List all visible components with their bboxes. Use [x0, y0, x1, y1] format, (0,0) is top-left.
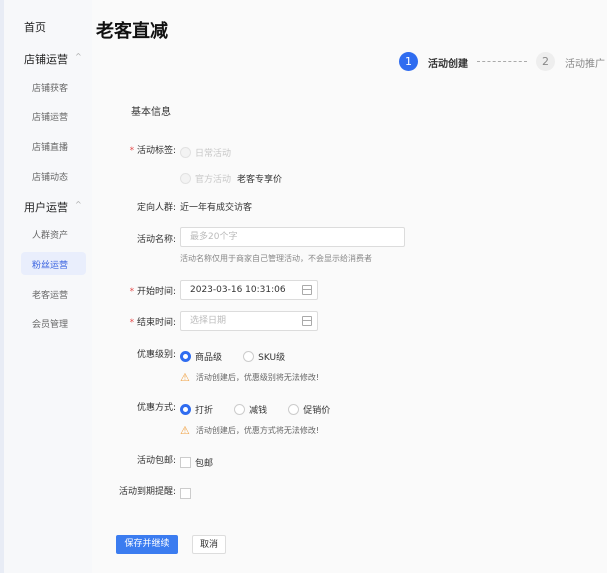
- method-option-discount[interactable]: 打折: [180, 399, 229, 418]
- sidebar-group-user-ops[interactable]: 用户运营: [24, 199, 68, 215]
- sidebar-item-old-customers[interactable]: 老客运营: [32, 288, 68, 301]
- step-1-label: 活动创建: [428, 59, 468, 70]
- radio[interactable]: [243, 351, 255, 362]
- cancel-button[interactable]: 取消: [192, 535, 226, 554]
- chevron-up-icon[interactable]: ^: [75, 200, 82, 209]
- method-warning: ⚠ 活动创建后，优惠方式将无法修改!: [180, 424, 320, 437]
- step-2-label: 活动推广: [565, 59, 605, 70]
- method-option-reduce[interactable]: 减钱: [234, 399, 283, 418]
- sidebar-item-home[interactable]: 首页: [24, 19, 46, 35]
- shipping-label: 活动包邮:: [136, 456, 176, 466]
- audience-label: 定向人群:: [136, 203, 176, 213]
- step-connector: [477, 61, 527, 62]
- sidebar-item-store-ops[interactable]: 店铺运营: [32, 110, 68, 123]
- tag-option-official: 官方活动 老客专享价: [180, 168, 282, 187]
- method-options: 打折 减钱 促销价: [180, 399, 346, 418]
- shipping-checkbox[interactable]: 包邮: [180, 452, 229, 471]
- sidebar-item-store-live[interactable]: 店铺直播: [32, 140, 68, 153]
- method-label: 优惠方式:: [136, 403, 176, 413]
- sidebar-group-store-ops[interactable]: 店铺运营: [24, 51, 68, 67]
- calendar-icon[interactable]: [302, 285, 312, 295]
- radio: [180, 147, 191, 158]
- calendar-icon[interactable]: [302, 316, 312, 326]
- sidebar-item-members[interactable]: 会员管理: [32, 317, 68, 330]
- radio[interactable]: [288, 404, 300, 415]
- tag-label: 活动标签:: [86, 143, 176, 156]
- step-2-circle: 2: [536, 52, 555, 71]
- step-1-circle: 1: [399, 52, 418, 71]
- level-option-product[interactable]: 商品级: [180, 346, 238, 365]
- section-title: 基本信息: [131, 107, 171, 118]
- method-option-promo-price[interactable]: 促销价: [288, 399, 346, 418]
- checkbox[interactable]: [180, 457, 191, 468]
- audience-value: 近一年有成交访客: [180, 203, 253, 213]
- radio-checked[interactable]: [180, 404, 191, 415]
- sidebar-item-fans[interactable]: 粉丝运营: [32, 258, 68, 271]
- level-warning: ⚠ 活动创建后，优惠级别将无法修改!: [180, 371, 320, 384]
- radio-checked[interactable]: [180, 351, 191, 362]
- name-hint: 活动名称仅用于商家自己管理活动，不会显示给消费者: [180, 254, 372, 263]
- start-time-input[interactable]: 2023-03-16 10:31:06: [180, 280, 318, 300]
- start-label: 开始时间:: [86, 284, 176, 297]
- level-options: 商品级 SKU级: [180, 346, 301, 365]
- level-label: 优惠级别:: [136, 350, 176, 360]
- radio: [180, 173, 191, 184]
- reminder-label: 活动到期提醒:: [118, 487, 176, 497]
- sidebar-item-crowd[interactable]: 人群资产: [32, 228, 68, 241]
- tag-option-daily: 日常活动: [180, 142, 247, 161]
- chevron-up-icon[interactable]: ^: [75, 52, 82, 61]
- name-label: 活动名称:: [136, 235, 176, 245]
- end-label: 结束时间:: [86, 315, 176, 328]
- warning-icon: ⚠: [180, 424, 190, 437]
- end-time-input[interactable]: 选择日期: [180, 311, 318, 331]
- warning-icon: ⚠: [180, 371, 190, 384]
- page-title: 老客直减: [96, 21, 168, 42]
- save-continue-button[interactable]: 保存并继续: [116, 535, 178, 554]
- checkbox[interactable]: [180, 488, 191, 499]
- sidebar-item-store-acquire[interactable]: 店铺获客: [32, 81, 68, 94]
- activity-name-input[interactable]: 最多20个字: [180, 227, 405, 247]
- radio[interactable]: [234, 404, 246, 415]
- reminder-checkbox[interactable]: [180, 483, 191, 502]
- level-option-sku[interactable]: SKU级: [243, 346, 301, 365]
- sidebar-item-store-news[interactable]: 店铺动态: [32, 170, 68, 183]
